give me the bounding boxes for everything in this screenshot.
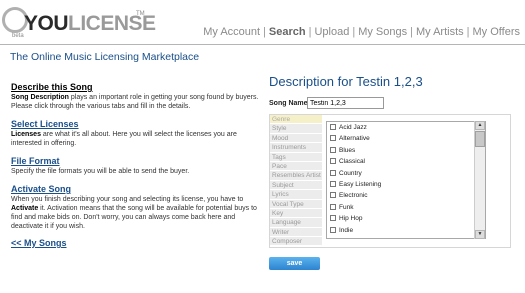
- describe-help-text: Song Description plays an important role…: [11, 94, 259, 110]
- tab-writer[interactable]: Writer: [270, 227, 322, 238]
- file-format-section: File Format Specify the file formats you…: [11, 156, 261, 176]
- checkbox[interactable]: [330, 169, 336, 176]
- nav-my-offers[interactable]: My Offers: [473, 26, 520, 38]
- tab-key[interactable]: Key: [270, 208, 322, 219]
- select-licenses-link[interactable]: Select Licenses: [11, 119, 261, 130]
- checkbox[interactable]: [330, 124, 336, 130]
- file-format-help-text: Specify the file formats you will be abl…: [11, 168, 190, 175]
- licenses-help-text: Licenses are what it's all about. Here y…: [11, 131, 237, 147]
- checkbox[interactable]: [330, 203, 336, 210]
- nav-search[interactable]: Search: [269, 26, 306, 38]
- nav-my-artists[interactable]: My Artists: [416, 26, 464, 38]
- genre-scrollbar[interactable]: ▲ ▼: [474, 121, 485, 239]
- tab-subject[interactable]: Subject: [270, 180, 322, 191]
- genre-option[interactable]: Indie: [327, 225, 485, 236]
- tab-language[interactable]: Language: [270, 218, 322, 228]
- site-tagline: The Online Music Licensing Marketplace: [10, 51, 200, 63]
- tab-vocal-type[interactable]: Vocal Type: [270, 199, 322, 209]
- genre-option[interactable]: Alternative: [327, 133, 485, 144]
- describe-section: Describe this Song Song Description play…: [11, 82, 261, 111]
- tab-style[interactable]: Style: [270, 124, 322, 134]
- checkbox[interactable]: [330, 215, 336, 222]
- nav-my-songs[interactable]: My Songs: [358, 26, 407, 38]
- licenses-section: Select Licenses Licenses are what it's a…: [11, 119, 261, 148]
- checkbox[interactable]: [330, 226, 336, 233]
- tab-lyrics[interactable]: Lyrics: [270, 190, 322, 200]
- top-navigation: My Account | Search | Upload | My Songs | My Art…: [203, 26, 520, 38]
- checkbox[interactable]: [330, 158, 336, 165]
- tab-genre[interactable]: Genre: [270, 115, 322, 125]
- genre-checkbox-list: Acid Jazz Alternative Blues Classical Co…: [326, 121, 486, 239]
- genre-option[interactable]: Funk: [327, 202, 485, 213]
- back-to-my-songs-link[interactable]: << My Songs: [11, 239, 261, 248]
- checkbox[interactable]: [330, 192, 336, 199]
- song-name-input[interactable]: [307, 97, 384, 109]
- tab-pace[interactable]: Pace: [270, 161, 322, 172]
- save-button[interactable]: save: [269, 257, 320, 270]
- description-panel: Genre Style Mood Instruments Tags Pace R…: [269, 114, 511, 248]
- help-sidebar: Describe this Song Song Description play…: [11, 82, 261, 248]
- scroll-down-arrow-icon[interactable]: ▼: [475, 230, 485, 239]
- genre-option[interactable]: Acid Jazz: [327, 122, 485, 133]
- category-tabs: Genre Style Mood Instruments Tags Pace R…: [270, 115, 322, 247]
- genre-option[interactable]: Electronic: [327, 190, 485, 201]
- activate-section: Activate Song When you finish describing…: [11, 184, 261, 231]
- file-format-link[interactable]: File Format: [11, 156, 261, 167]
- tab-tags[interactable]: Tags: [270, 152, 322, 162]
- nav-my-account[interactable]: My Account: [203, 26, 260, 38]
- tab-instruments[interactable]: Instruments: [270, 143, 322, 153]
- genre-option[interactable]: Hip Hop: [327, 213, 485, 224]
- genre-option[interactable]: Blues: [327, 145, 485, 156]
- scroll-up-arrow-icon[interactable]: ▲: [475, 121, 485, 130]
- tab-composer[interactable]: Composer: [270, 237, 322, 247]
- checkbox[interactable]: [330, 180, 336, 187]
- genre-option[interactable]: Easy Listening: [327, 179, 485, 190]
- describe-song-link[interactable]: Describe this Song: [11, 82, 261, 93]
- logo-beta-label: beta: [12, 33, 24, 39]
- logo-trademark: TM: [136, 11, 145, 17]
- header-divider: [0, 44, 525, 45]
- scroll-thumb[interactable]: [475, 131, 485, 147]
- checkbox[interactable]: [330, 135, 336, 142]
- logo-you: YOU: [24, 12, 69, 35]
- checkbox[interactable]: [330, 146, 336, 153]
- page-title: Description for Testin 1,2,3: [269, 74, 423, 89]
- song-name-label: Song Name: [269, 100, 308, 107]
- genre-option[interactable]: Classical: [327, 156, 485, 167]
- activate-song-link[interactable]: Activate Song: [11, 184, 261, 195]
- youlicense-logo[interactable]: beta YOULICENSE TM: [2, 3, 162, 43]
- genre-option[interactable]: Country: [327, 168, 485, 179]
- activate-help-text: When you finish describing your song and…: [11, 196, 257, 230]
- nav-upload[interactable]: Upload: [314, 26, 349, 38]
- tab-mood[interactable]: Mood: [270, 133, 322, 144]
- tab-resembles-artist[interactable]: Resembles Artist: [270, 171, 322, 181]
